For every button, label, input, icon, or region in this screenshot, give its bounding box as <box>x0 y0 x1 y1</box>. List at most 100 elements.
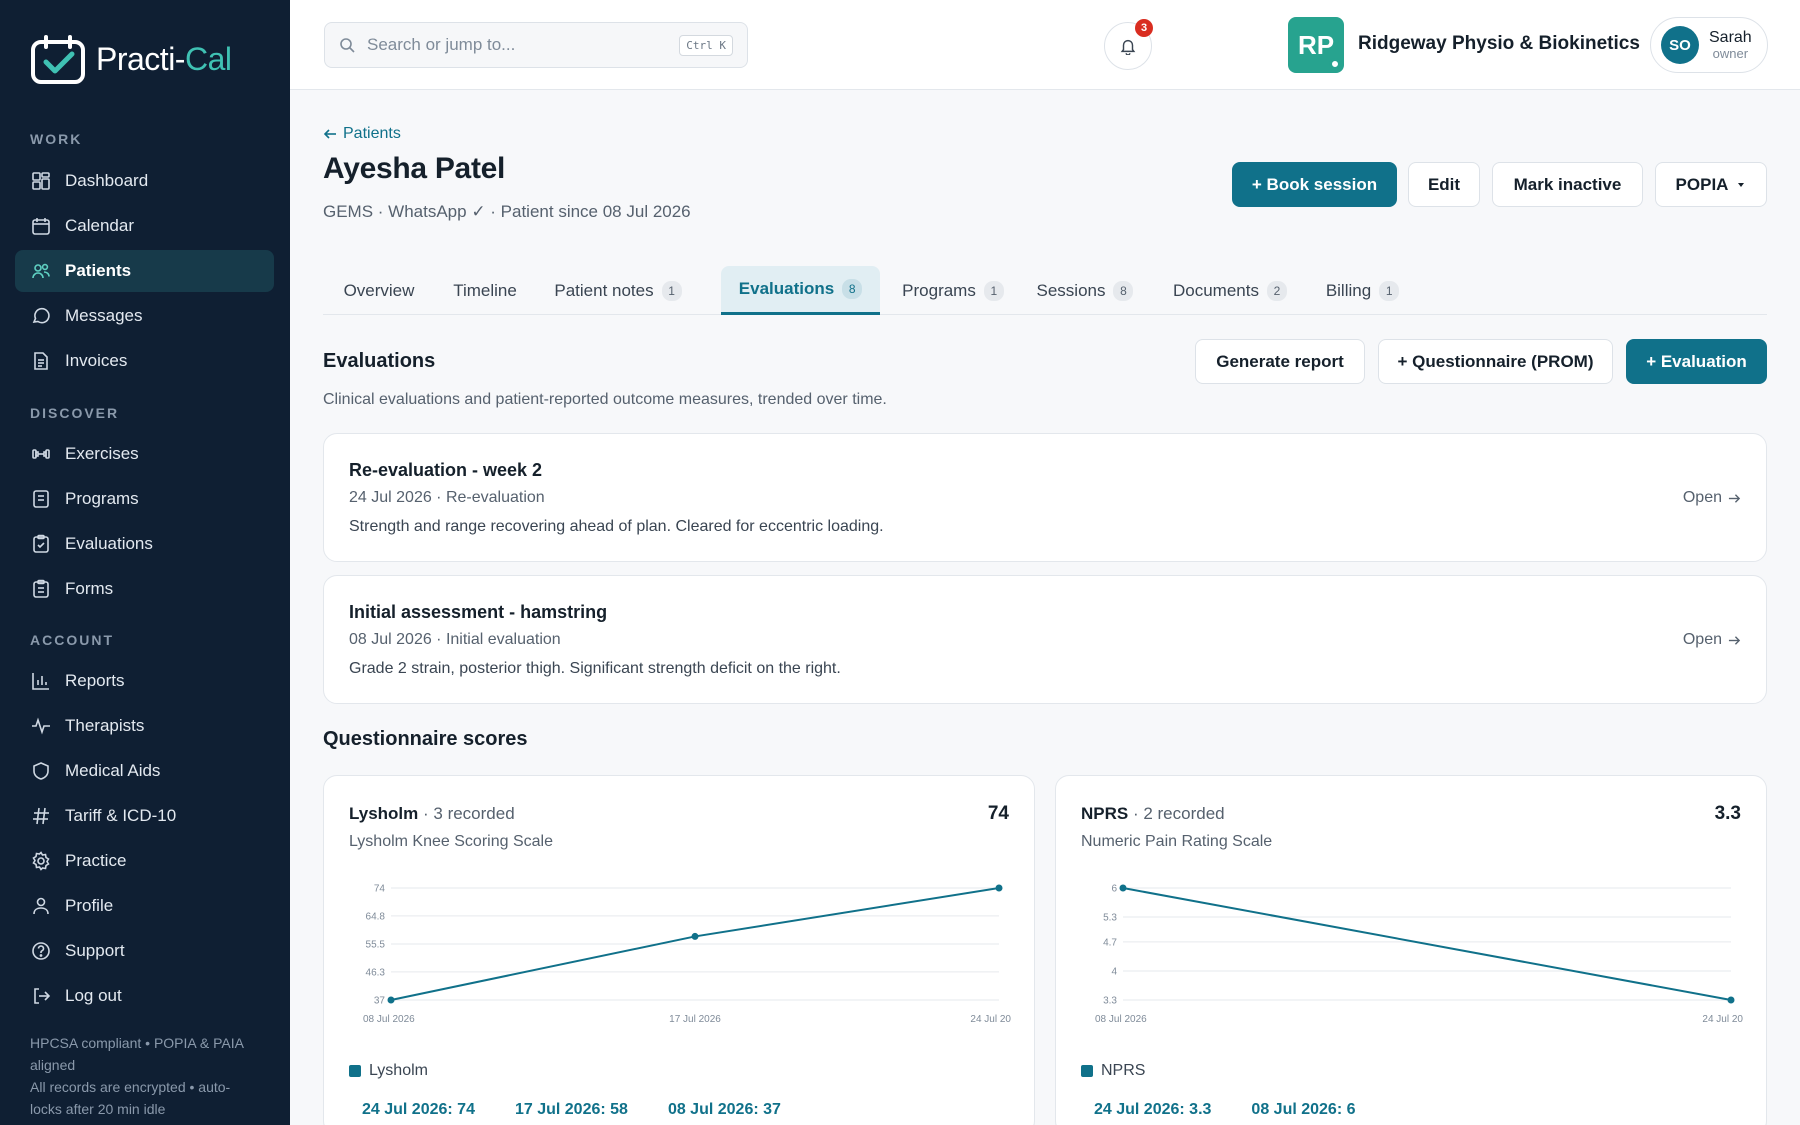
compliance-note: HPCSA compliant • POPIA & PAIA aligned <box>30 1035 244 1073</box>
y-tick-label: 55.5 <box>366 940 386 951</box>
sidebar-item-label: Therapists <box>65 716 145 735</box>
shield-icon <box>33 762 49 780</box>
score-history-item: 24 Jul 2026: 74 <box>362 1101 475 1118</box>
sidebar-item-logout[interactable]: Log out <box>15 975 274 1017</box>
score-heading: NPRS · 2 recorded <box>1081 804 1225 824</box>
score-full-name: Lysholm Knee Scoring Scale <box>349 833 553 850</box>
open-evaluation-link[interactable]: Open <box>1683 631 1741 649</box>
score-latest-value: 74 <box>987 803 1009 824</box>
sidebar-item-label: Practice <box>65 851 127 870</box>
score-history-item: 24 Jul 2026: 3.3 <box>1094 1101 1212 1118</box>
tab-label: Sessions <box>1036 280 1106 300</box>
sidebar-item-label: Reports <box>65 671 125 690</box>
activity-icon <box>32 717 50 735</box>
user-role: owner <box>1712 46 1749 61</box>
sidebar-item-therapists[interactable]: Therapists <box>15 705 274 747</box>
evaluations-heading: Evaluations <box>323 350 436 372</box>
practice-name: Ridgeway Physio & Biokinetics <box>1358 33 1640 54</box>
tab-count: 1 <box>661 280 682 301</box>
form-icon <box>33 579 49 598</box>
sidebar-item-dashboard[interactable]: Dashboard <box>15 160 274 202</box>
dashboard-icon <box>32 172 50 190</box>
legend-label: Lysholm <box>369 1062 428 1079</box>
add-questionnaire-button[interactable]: + Questionnaire (PROM) <box>1378 339 1613 384</box>
tab-programs[interactable]: Programs 1 <box>890 266 1016 315</box>
shortcut-hint: Ctrl K <box>679 34 733 56</box>
score-recorded: · 3 recorded <box>418 804 515 823</box>
data-point <box>387 996 395 1004</box>
notification-count: 3 <box>1135 19 1153 37</box>
app-name: Practi-Cal <box>96 40 232 77</box>
notifications-button[interactable]: 3 <box>1104 19 1153 70</box>
avatar: SO <box>1661 26 1699 64</box>
score-history-item: 17 Jul 2026: 58 <box>514 1101 628 1118</box>
sidebar-item-messages[interactable]: Messages <box>15 295 274 337</box>
data-point <box>691 932 699 940</box>
evaluation-card[interactable]: Initial assessment - hamstring 08 Jul 20… <box>323 575 1767 704</box>
mark-inactive-button[interactable]: Mark inactive <box>1492 162 1643 207</box>
sidebar-item-patients[interactable]: Patients <box>15 250 274 292</box>
score-chart: 37 46.3 55.5 64.8 74 08 Jul 2026 17 Jul 2026 24… <box>363 884 1011 1026</box>
tab-billing[interactable]: Billing 1 <box>1310 266 1415 315</box>
bell-icon <box>1120 39 1136 55</box>
sidebar: Practi-Cal WORK DISCOVER ACCOUNT Dashboa… <box>0 0 290 1125</box>
sidebar-item-practice[interactable]: Practice <box>15 840 274 882</box>
sidebar-item-support[interactable]: Support <box>15 930 274 972</box>
score-latest-value: 3.3 <box>1714 803 1741 824</box>
users-icon <box>32 263 50 279</box>
y-tick-label: 4.7 <box>1103 937 1117 948</box>
book-session-button[interactable]: + Book session <box>1232 162 1397 207</box>
sidebar-footer: HPCSA compliant • POPIA & PAIA aligned A… <box>30 1032 260 1120</box>
sidebar-item-programs[interactable]: Programs <box>15 478 274 520</box>
tab-overview[interactable]: Overview <box>323 266 435 315</box>
sidebar-item-calendar[interactable]: Calendar <box>15 205 274 247</box>
score-card-lysholm: Lysholm · 3 recorded 74 Lysholm Knee Sco… <box>323 775 1035 1125</box>
brand[interactable]: Practi-Cal <box>30 34 232 84</box>
sidebar-item-evaluations[interactable]: Evaluations <box>15 523 274 565</box>
sidebar-item-label: Invoices <box>65 351 128 370</box>
sidebar-item-reports[interactable]: Reports <box>15 660 274 702</box>
evaluations-subtitle: Clinical evaluations and patient-reporte… <box>323 391 887 408</box>
logo-calendar-icon <box>31 35 85 84</box>
back-to-patients-link[interactable]: Patients <box>323 125 401 143</box>
add-evaluation-button[interactable]: + Evaluation <box>1626 339 1767 384</box>
patient-meta: GEMS · WhatsApp ✓ · Patient since 08 Jul… <box>323 202 691 221</box>
sidebar-item-profile[interactable]: Profile <box>15 885 274 927</box>
practice-initials: RP <box>1297 29 1335 60</box>
open-label: Open <box>1682 631 1722 648</box>
arrow-left-icon <box>323 129 336 139</box>
evaluation-card[interactable]: Re-evaluation - week 2 24 Jul 2026 · Re-… <box>323 433 1767 562</box>
y-tick-label: 46.3 <box>366 967 386 978</box>
tab-timeline[interactable]: Timeline <box>438 266 532 315</box>
generate-report-button[interactable]: Generate report <box>1195 339 1365 384</box>
invoice-icon <box>34 352 48 370</box>
x-tick-label: 24 Jul 20 <box>970 1014 1011 1025</box>
search-input[interactable] <box>367 35 668 55</box>
user-menu[interactable]: SO Sarah owner <box>1650 17 1768 73</box>
status-dot <box>1329 58 1341 70</box>
back-link-label: Patients <box>343 125 401 142</box>
search-box[interactable]: Ctrl K <box>324 22 748 68</box>
score-history-item: 08 Jul 2026: 6 <box>1251 1101 1356 1118</box>
practice-logo[interactable]: RP <box>1288 17 1344 73</box>
tab-evaluations[interactable]: Evaluations 8 <box>721 266 880 315</box>
sidebar-item-tariff[interactable]: Tariff & ICD-10 <box>15 795 274 837</box>
y-tick-label: 4 <box>1111 966 1117 977</box>
tab-patient-notes[interactable]: Patient notes 1 <box>538 266 698 315</box>
score-history: 24 Jul 2026: 74 17 Jul 2026: 58 08 Jul 2… <box>362 1101 781 1119</box>
data-point <box>1119 884 1127 892</box>
popia-dropdown[interactable]: POPIA <box>1655 162 1767 207</box>
tab-documents[interactable]: Documents 2 <box>1158 266 1302 315</box>
sidebar-item-exercises[interactable]: Exercises <box>15 433 274 475</box>
edit-button[interactable]: Edit <box>1408 162 1480 207</box>
nav-section-discover: DISCOVER <box>30 405 120 421</box>
sidebar-item-label: Dashboard <box>65 171 149 190</box>
sidebar-item-medical-aids[interactable]: Medical Aids <box>15 750 274 792</box>
sidebar-item-forms[interactable]: Forms <box>15 568 274 610</box>
open-evaluation-link[interactable]: Open <box>1683 489 1741 507</box>
dumbbell-icon <box>32 449 50 459</box>
tab-sessions[interactable]: Sessions 8 <box>1023 266 1147 315</box>
sidebar-item-invoices[interactable]: Invoices <box>15 340 274 382</box>
tab-count: 2 <box>1266 280 1287 301</box>
popia-label: POPIA <box>1675 174 1729 194</box>
